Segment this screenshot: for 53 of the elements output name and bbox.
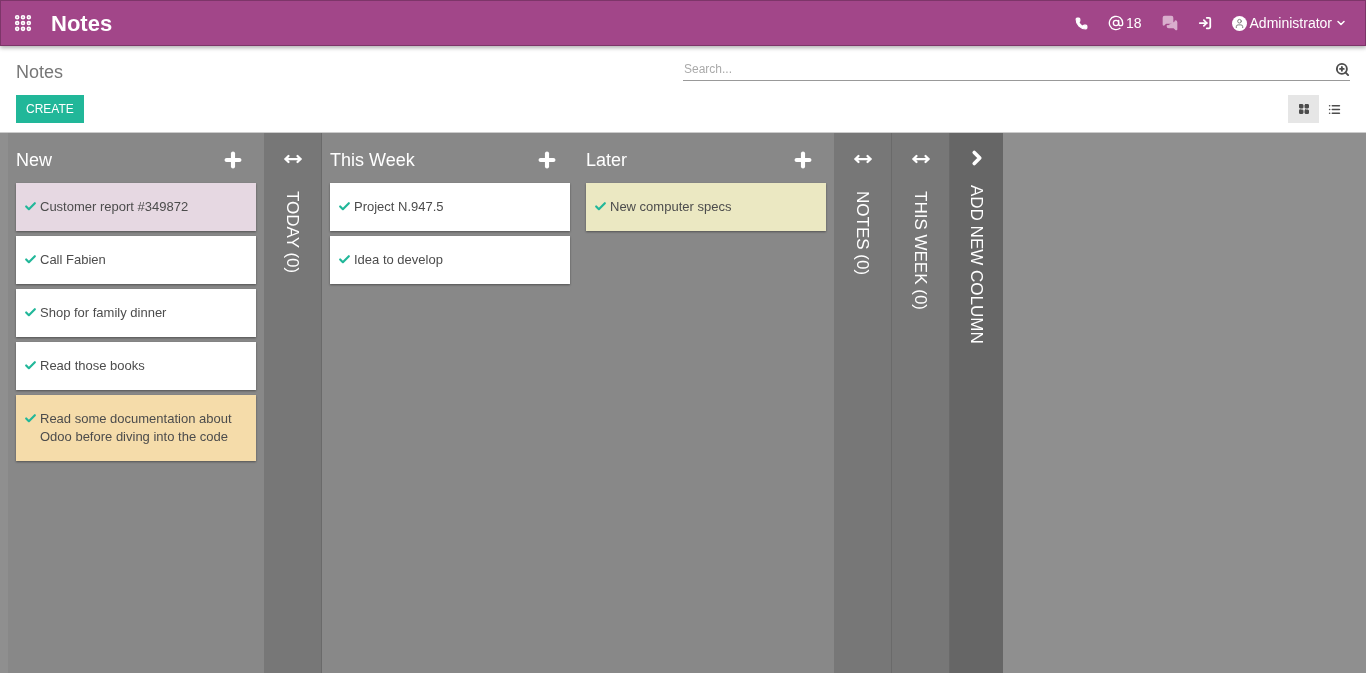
add-icon[interactable]: [222, 149, 244, 171]
column-title: This Week: [330, 148, 415, 172]
note-text: Idea to develop: [354, 251, 443, 269]
note-text: Read those books: [40, 357, 145, 375]
column-title: New: [16, 148, 52, 172]
column-title: TODAY (0): [282, 191, 304, 274]
note-card[interactable]: Call Fabien: [16, 236, 256, 284]
add-icon[interactable]: [536, 149, 558, 171]
check-icon: [24, 306, 37, 319]
check-icon: [24, 412, 37, 425]
mention-count[interactable]: 18: [1125, 12, 1142, 34]
column-title: THIS WEEK (0): [910, 191, 932, 310]
note-card[interactable]: Shop for family dinner: [16, 289, 256, 337]
column-title: Later: [586, 148, 628, 172]
app-title: Notes: [51, 9, 113, 38]
folded-column[interactable]: NOTES (0): [834, 133, 892, 673]
add-icon[interactable]: [792, 149, 814, 171]
mention-icon[interactable]: [1107, 15, 1124, 31]
folded-column[interactable]: TODAY (0): [264, 133, 322, 673]
apps-menu-icon[interactable]: [13, 13, 33, 33]
user-menu[interactable]: Administrator: [1231, 12, 1347, 34]
check-icon: [24, 253, 37, 266]
column-title: NOTES (0): [852, 191, 874, 276]
kanban-view-button[interactable]: [1288, 95, 1319, 123]
note-text: Customer report #349872: [40, 198, 189, 216]
search-icon[interactable]: [1335, 61, 1350, 77]
folded-column[interactable]: THIS WEEK (0): [892, 133, 950, 673]
breadcrumb: Notes: [16, 61, 64, 84]
note-card[interactable]: Read those books: [16, 342, 256, 390]
check-icon: [338, 200, 351, 213]
note-card[interactable]: Idea to develop: [330, 236, 570, 284]
chat-icon[interactable]: [1161, 15, 1178, 31]
note-text: Call Fabien: [40, 251, 106, 269]
note-text: New computer specs: [610, 198, 732, 216]
check-icon: [24, 200, 37, 213]
grid-icon: [1297, 103, 1310, 115]
avatar-icon: [1231, 15, 1247, 31]
check-icon: [24, 359, 37, 372]
add-column-bar[interactable]: ADD NEW COLUMN: [950, 133, 1003, 673]
check-icon: [338, 253, 351, 266]
note-card[interactable]: New computer specs: [586, 183, 826, 231]
note-text: Shop for family dinner: [40, 304, 167, 322]
note-card[interactable]: Project N.947.5: [330, 183, 570, 231]
sign-in-icon[interactable]: [1197, 16, 1212, 30]
check-icon: [594, 200, 607, 213]
add-column-label: ADD NEW COLUMN: [966, 185, 988, 344]
phone-icon[interactable]: [1074, 16, 1088, 30]
note-text: Read some documentation about Odoo before diving into the code: [40, 410, 233, 446]
note-card[interactable]: Customer report #349872: [16, 183, 256, 231]
note-card[interactable]: Read some documentation about Odoo before diving into the code: [16, 395, 256, 461]
note-text: Project N.947.5: [354, 198, 444, 216]
search-field[interactable]: Search...: [683, 58, 1335, 80]
list-icon: [1328, 102, 1341, 116]
